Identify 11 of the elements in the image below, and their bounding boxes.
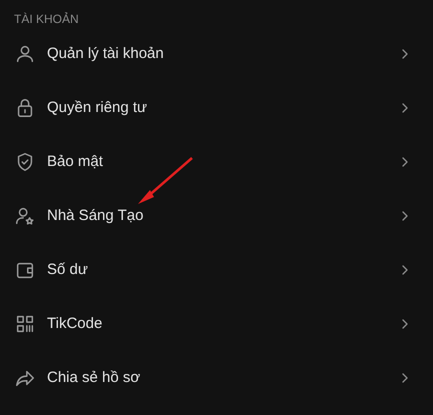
section-title: TÀI KHOẢN [14, 12, 79, 26]
settings-item[interactable]: Nhà Sáng Tạo [0, 189, 433, 243]
settings-item[interactable]: TikCode [0, 297, 433, 351]
settings-item[interactable]: Số dư [0, 243, 433, 297]
person-star-icon [14, 205, 36, 227]
settings-item[interactable]: Quản lý tài khoản [0, 27, 433, 81]
settings-item[interactable]: Quyền riêng tư [0, 81, 433, 135]
qr-code-icon [14, 313, 36, 335]
settings-item[interactable]: Chia sẻ hồ sơ [0, 351, 433, 405]
settings-item[interactable]: Bảo mật [0, 135, 433, 189]
person-icon [14, 43, 36, 65]
